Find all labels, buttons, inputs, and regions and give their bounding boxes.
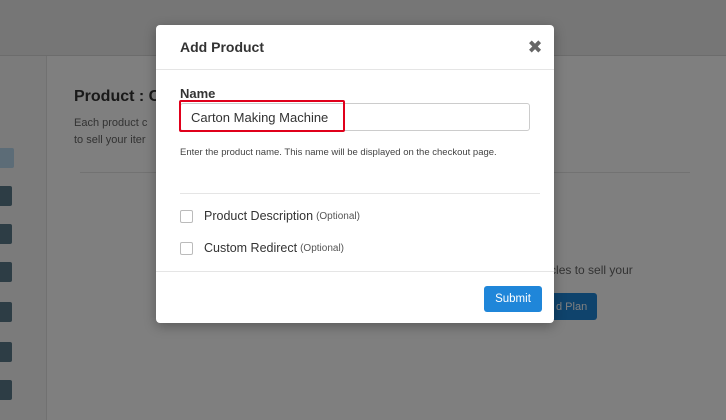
add-product-modal: Add Product ✖ Name Enter the product nam… (156, 25, 554, 323)
modal-title: Add Product (180, 39, 264, 55)
modal-header: Add Product ✖ (156, 25, 554, 70)
option-optional-tag: (Optional) (300, 242, 344, 254)
option-label: Product Description (204, 209, 314, 223)
checkbox-icon[interactable] (180, 209, 193, 223)
modal-footer-divider (156, 271, 554, 272)
close-icon[interactable]: ✖ (526, 39, 544, 57)
submit-button[interactable]: Submit (484, 286, 542, 312)
option-custom-redirect[interactable]: Custom Redirect (Optional) (180, 241, 344, 255)
product-name-input[interactable] (180, 103, 530, 131)
option-optional-tag: (Optional) (316, 210, 360, 222)
name-help-text: Enter the product name. This name will b… (180, 147, 497, 158)
option-label: Custom Redirect (204, 241, 298, 255)
name-label: Name (180, 86, 216, 101)
modal-divider (180, 193, 540, 194)
option-product-description[interactable]: Product Description (Optional) (180, 209, 360, 223)
checkbox-icon[interactable] (180, 241, 193, 255)
